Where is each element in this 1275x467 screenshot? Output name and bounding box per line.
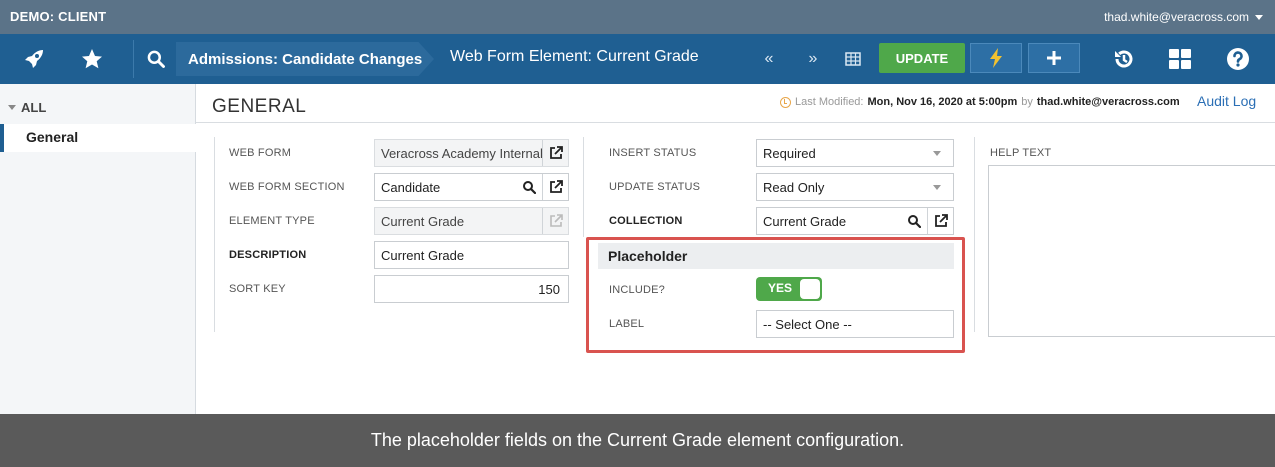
external-link-icon[interactable] [542,174,568,200]
element-type-label: ELEMENT TYPE [229,215,315,227]
image-caption: The placeholder fields on the Current Gr… [0,414,1275,467]
search-icon[interactable] [140,34,172,84]
top-strip: DEMO: CLIENT thad.white@veracross.com [0,0,1275,34]
collection-value: Current Grade [763,213,847,229]
search-icon[interactable] [901,208,927,234]
page-title: GENERAL [212,96,307,117]
insert-status-select[interactable]: Required [756,139,954,167]
search-icon[interactable] [516,174,542,200]
lightning-bolt-icon [990,48,1002,68]
user-menu[interactable]: thad.white@veracross.com [1104,10,1263,24]
external-link-icon[interactable] [927,208,953,234]
web-form-field: Veracross Academy Internal [374,139,569,167]
demo-label: DEMO: CLIENT [10,9,107,24]
update-status-label: UPDATE STATUS [609,181,701,193]
previous-record-button[interactable]: « [756,46,782,72]
sort-key-value: 150 [538,281,560,297]
help-icon[interactable] [1222,34,1254,84]
header-divider [196,122,1275,123]
element-type-value: Current Grade [381,213,465,229]
quick-action-button[interactable] [970,43,1022,73]
web-form-section-field[interactable]: Candidate [374,173,569,201]
column-divider [974,137,975,332]
add-button[interactable] [1028,43,1080,73]
update-status-select[interactable]: Read Only [756,173,954,201]
help-text-area[interactable] [988,165,1275,337]
page-subtitle: Web Form Element: Current Grade [450,48,699,65]
sort-key-input[interactable]: 150 [374,275,569,303]
description-value: Current Grade [381,247,465,263]
web-form-section-label: WEB FORM SECTION [229,181,345,193]
update-button[interactable]: UPDATE [879,43,965,73]
web-form-section-value: Candidate [381,179,441,195]
audit-log-link[interactable]: Audit Log [1197,93,1256,109]
last-modified-date: Mon, Nov 16, 2020 at 5:00pm [867,96,1018,108]
plus-icon [1047,51,1061,65]
star-icon[interactable] [72,34,112,84]
external-link-icon[interactable] [542,140,568,166]
next-record-button[interactable]: » [800,46,826,72]
table-grid-icon[interactable] [840,46,866,72]
sidebar: ALL General [0,84,196,414]
collection-label: COLLECTION [609,215,683,227]
column-divider [583,137,584,237]
chevron-down-icon [8,105,16,110]
collection-field[interactable]: Current Grade [756,207,954,235]
description-label: DESCRIPTION [229,249,307,261]
chevron-down-icon [933,150,941,156]
column-divider [214,137,215,332]
last-modified: Last Modified: Mon, Nov 16, 2020 at 5:00… [780,96,1180,108]
toolbar-divider [133,40,134,78]
sidebar-all-label: ALL [21,100,47,115]
web-form-value: Veracross Academy Internal [381,145,542,161]
sidebar-item-general[interactable]: General [0,124,196,152]
sort-key-label: SORT KEY [229,283,286,295]
external-link-icon [542,208,568,234]
last-modified-user: thad.white@veracross.com [1036,96,1180,108]
help-text-label: HELP TEXT [990,147,1052,159]
update-status-value: Read Only [763,179,825,195]
breadcrumb[interactable]: Admissions: Candidate Changes [176,42,434,76]
clock-icon [780,96,791,108]
highlight-box [586,237,965,353]
chevron-down-icon [1255,14,1263,20]
sidebar-all-toggle[interactable]: ALL [8,100,46,115]
user-email: thad.white@veracross.com [1104,10,1249,24]
rocket-icon[interactable] [14,34,54,84]
last-modified-by: by [1021,96,1033,108]
last-modified-prefix: Last Modified: [795,96,864,108]
apps-grid-icon[interactable] [1164,34,1196,84]
insert-status-label: INSERT STATUS [609,147,697,159]
element-type-field: Current Grade [374,207,569,235]
web-form-label: WEB FORM [229,147,292,159]
insert-status-value: Required [763,145,816,161]
history-icon[interactable] [1108,34,1140,84]
description-input[interactable]: Current Grade [374,241,569,269]
chevron-down-icon [933,184,941,190]
